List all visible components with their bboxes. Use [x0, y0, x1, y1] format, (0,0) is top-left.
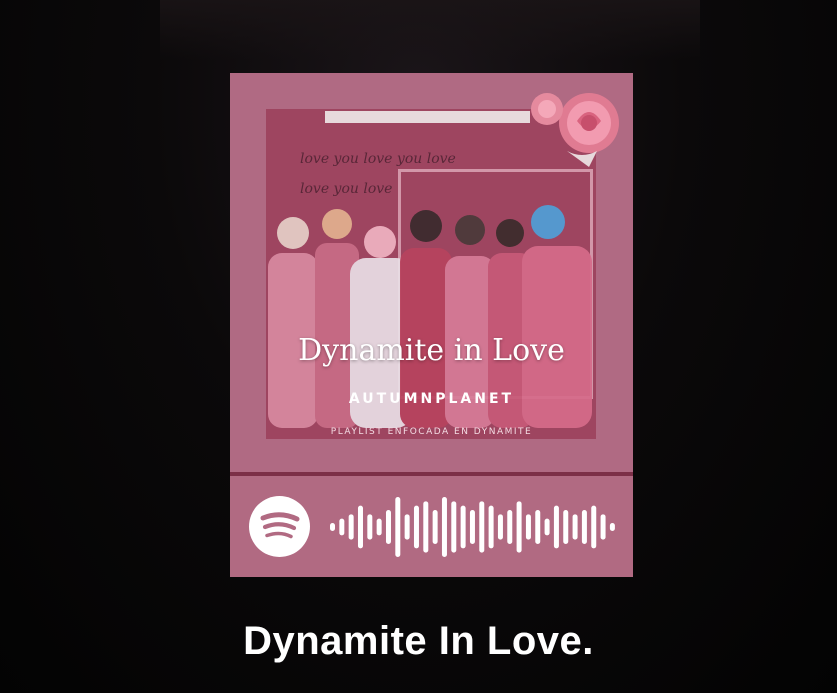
code-bar-13 — [451, 501, 457, 553]
code-bar-27 — [581, 510, 587, 544]
spotify-scan-code[interactable] — [330, 496, 620, 558]
code-bar-8 — [404, 514, 410, 540]
code-bar-10 — [423, 501, 429, 553]
code-bar-26 — [572, 514, 578, 540]
cover-title: Dynamite in Love — [298, 333, 565, 368]
code-bar-14 — [460, 505, 466, 549]
code-bar-30 — [609, 523, 615, 531]
cover-decorative-strip — [325, 111, 530, 123]
code-bar-7 — [395, 497, 401, 557]
cover-subtitle: PLAYLIST ENFOCADA EN DYNAMITE — [330, 427, 533, 437]
code-bar-2 — [348, 514, 354, 540]
code-bar-0 — [330, 523, 335, 531]
cover-script-line-2: love you love — [300, 181, 393, 197]
background-blur — [160, 0, 700, 60]
code-bar-25 — [563, 510, 569, 544]
code-bar-11 — [432, 510, 438, 544]
playlist-cover: love you love you love love you love Dyn… — [230, 73, 633, 476]
cover-author: AUTUMNPLANET — [348, 391, 515, 407]
code-bar-29 — [600, 514, 606, 540]
code-bar-28 — [591, 505, 597, 549]
code-bar-15 — [469, 510, 475, 544]
spotify-code-bar[interactable] — [230, 476, 633, 577]
code-bar-21 — [525, 514, 531, 540]
code-bar-1 — [339, 518, 345, 536]
code-bar-22 — [535, 510, 541, 544]
code-bar-18 — [497, 514, 503, 540]
screen: love you love you love love you love Dyn… — [0, 0, 837, 693]
spotify-code-card[interactable]: love you love you love love you love Dyn… — [230, 73, 633, 577]
rose-icon — [531, 93, 619, 167]
code-bar-5 — [376, 518, 382, 536]
code-bar-20 — [516, 501, 522, 553]
code-bar-12 — [441, 497, 447, 557]
code-bar-6 — [385, 510, 391, 544]
code-bar-19 — [507, 510, 513, 544]
code-bar-17 — [488, 505, 494, 549]
code-bar-24 — [553, 505, 559, 549]
code-bar-9 — [413, 505, 419, 549]
spotify-icon[interactable] — [249, 496, 310, 557]
cover-script-line-1: love you love you love — [300, 151, 456, 167]
code-bar-4 — [367, 514, 373, 540]
code-bar-23 — [544, 518, 550, 536]
code-bar-3 — [357, 505, 363, 549]
code-bar-16 — [479, 501, 485, 553]
playlist-title: Dynamite In Love. — [243, 619, 594, 663]
